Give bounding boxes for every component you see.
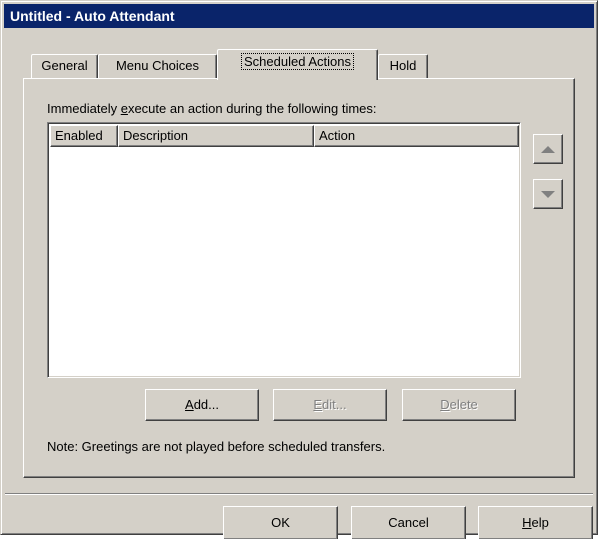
tab-hold[interactable]: Hold xyxy=(378,54,428,78)
tab-scheduled-actions-label: Scheduled Actions xyxy=(241,53,354,70)
add-button[interactable]: Add... xyxy=(145,389,259,421)
column-header-enabled[interactable]: Enabled xyxy=(50,125,118,147)
tab-scheduled-actions[interactable]: Scheduled Actions xyxy=(217,49,378,80)
tab-menu-choices-label: Menu Choices xyxy=(115,58,200,73)
intro-label: Immediately execute an action during the… xyxy=(47,101,377,116)
column-header-action[interactable]: Action xyxy=(314,125,519,147)
triangle-up-icon xyxy=(541,146,555,153)
scheduled-actions-list[interactable]: Enabled Description Action xyxy=(47,122,521,378)
tab-menu-choices[interactable]: Menu Choices xyxy=(98,54,217,78)
auto-attendant-window: Untitled - Auto Attendant General Menu C… xyxy=(0,0,598,539)
tab-general-label: General xyxy=(41,58,88,73)
tab-hold-label: Hold xyxy=(389,58,417,73)
footer-separator xyxy=(5,493,593,495)
move-down-button[interactable] xyxy=(533,179,563,209)
ok-button[interactable]: OK xyxy=(223,506,338,539)
window-title: Untitled - Auto Attendant xyxy=(10,8,175,24)
title-bar: Untitled - Auto Attendant xyxy=(4,4,594,28)
edit-button[interactable]: Edit... xyxy=(273,389,387,421)
column-header-description[interactable]: Description xyxy=(118,125,314,147)
triangle-down-icon xyxy=(541,191,555,198)
help-button[interactable]: Help xyxy=(478,506,593,539)
move-up-button[interactable] xyxy=(533,134,563,164)
tab-general[interactable]: General xyxy=(31,54,98,78)
delete-button[interactable]: Delete xyxy=(402,389,516,421)
note-label: Note: Greetings are not played before sc… xyxy=(47,439,386,454)
cancel-button[interactable]: Cancel xyxy=(351,506,466,539)
